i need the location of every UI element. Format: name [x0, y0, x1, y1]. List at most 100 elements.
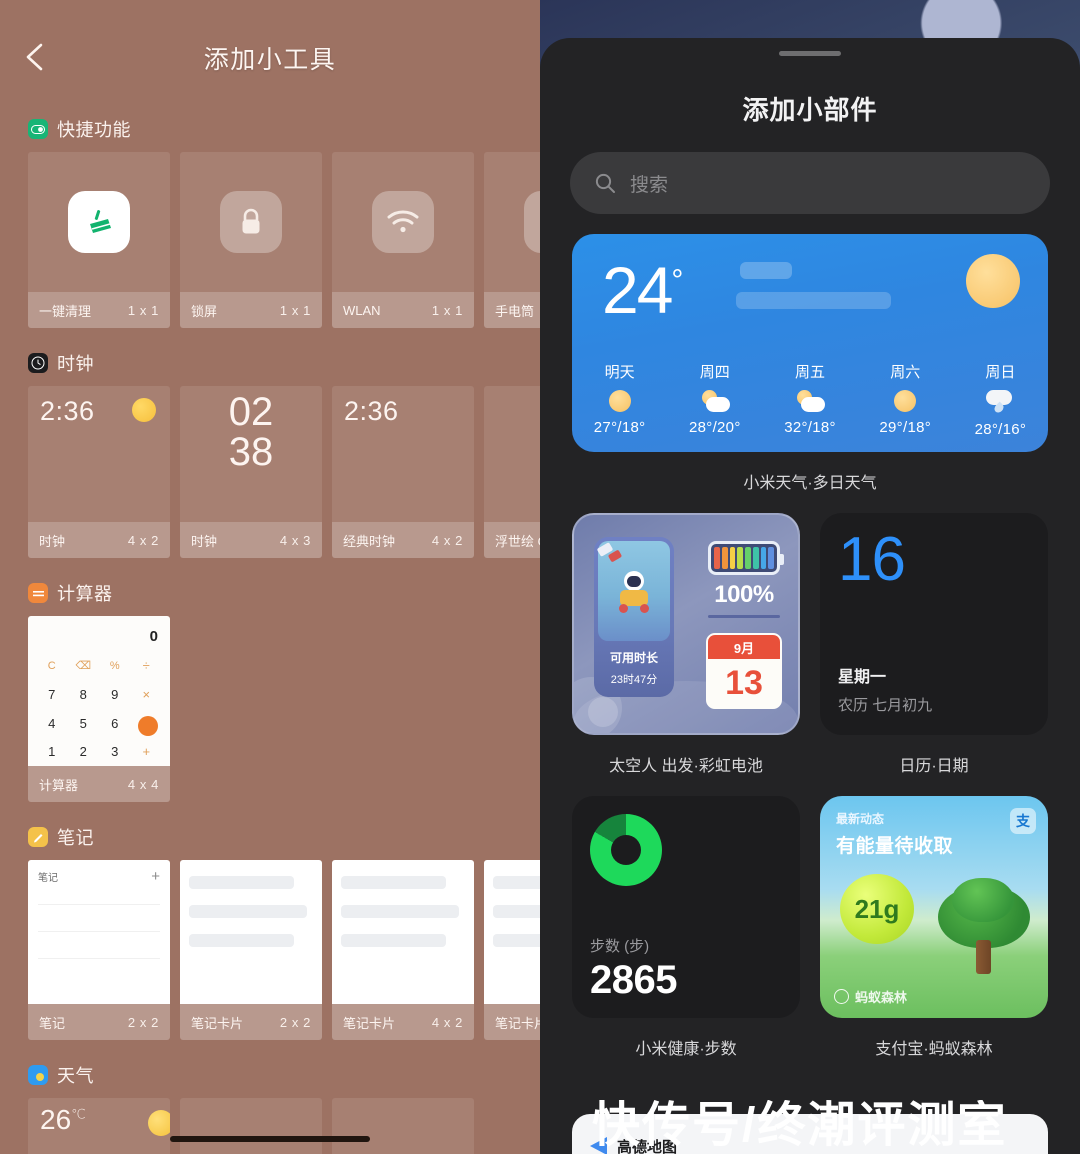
clock-icon: [28, 353, 48, 373]
widget-grid-row-2: 步数 (步) 2865 小米健康·步数 最新动态 有能量待收取 支 21g 蚂蚁…: [540, 796, 1080, 1079]
widget-preview-calendar[interactable]: 16 星期一 农历 七月初九: [820, 513, 1048, 735]
search-input[interactable]: 搜索: [570, 152, 1050, 214]
note-card-preview: [180, 860, 322, 1004]
sheet-drag-handle[interactable]: [779, 51, 841, 56]
widget-label: 笔记: [39, 1015, 66, 1031]
widget-card-ukiyoe[interactable]: 浮世绘 浮世绘 G: [484, 386, 540, 558]
widget-preview: [484, 152, 540, 292]
widget-card-classic-clock[interactable]: 2:36 经典时钟 4 x 2: [332, 386, 474, 558]
widget-preview: [332, 152, 474, 292]
calc-equals-button: [138, 716, 158, 736]
widget-card-note[interactable]: 笔记 + 笔记 2 x 2: [28, 860, 170, 1040]
calc-key: %: [109, 659, 120, 672]
page-title: 添加小工具: [203, 46, 337, 74]
widget-row[interactable]: 2:36 时钟 4 x 2 02 38 时钟 4 x 3 2:36 经典时钟 4…: [0, 386, 540, 558]
widget-size: 4 x 2: [431, 1014, 463, 1030]
note-card-preview: [332, 860, 474, 1004]
widget-preview: 2:36: [332, 386, 474, 522]
divider: [38, 904, 160, 905]
battery-percent: 100%: [714, 581, 774, 608]
placeholder-bar: [493, 934, 540, 947]
widget-preview: [332, 1098, 474, 1154]
widget-card-weather[interactable]: 26℃: [28, 1098, 170, 1154]
widget-cell: 16 星期一 农历 七月初九 日历·日期: [820, 513, 1048, 796]
widget-card-note-card-4[interactable]: 笔记卡片: [484, 860, 540, 1040]
forest-subtitle: 最新动态: [836, 812, 885, 826]
forest-headline: 有能量待收取: [836, 836, 954, 857]
broom-icon: [68, 191, 130, 253]
calc-key: C: [47, 659, 56, 672]
section-header: 快捷功能: [0, 116, 540, 142]
widget-card-note-card-4x2[interactable]: 笔记卡片 4 x 2: [332, 860, 474, 1040]
widget-list[interactable]: 24° 明天 27°/18° 周四 28°/20° 周五 32°/18° 周六 …: [540, 234, 1080, 1154]
calc-key: 2: [79, 744, 87, 760]
widget-card-clock-4x2[interactable]: 2:36 时钟 4 x 2: [28, 386, 170, 558]
divider: [38, 958, 160, 959]
widget-card-flashlight[interactable]: 手电筒 1 x 1: [484, 152, 540, 328]
widget-card-weather-3[interactable]: [332, 1098, 474, 1154]
widget-footer: 笔记卡片 2 x 2: [180, 1004, 322, 1040]
note-preview: 笔记 +: [28, 860, 170, 1004]
placeholder-bar: [189, 905, 307, 918]
calendar-month: 9月: [708, 635, 780, 659]
widget-cell: 步数 (步) 2865 小米健康·步数: [572, 796, 800, 1079]
forecast-day: 周六 29°/18°: [858, 361, 953, 438]
widget-preview: 0 C ⌫ % ÷ 7 8 9 × 4 5 6 1 2 3 +: [28, 616, 170, 766]
widget-size: 1 x 1: [431, 302, 463, 318]
widget-row[interactable]: 0 C ⌫ % ÷ 7 8 9 × 4 5 6 1 2 3 + 计算器 4 x …: [0, 616, 540, 802]
placeholder-bar: [493, 876, 540, 889]
widget-preview-space-battery[interactable]: 可用时长 23时47分 100% 9月 13: [572, 513, 800, 735]
section-title: 时钟: [57, 354, 94, 374]
placeholder-bar: [493, 905, 540, 918]
progress-ring-icon: [590, 814, 662, 886]
widget-row[interactable]: 一键清理 1 x 1 锁屏 1 x 1 WLAN 1 x 1 手电筒: [0, 152, 540, 328]
widget-size: 4 x 3: [279, 532, 311, 548]
widget-card-weather-2[interactable]: [180, 1098, 322, 1154]
section-title: 计算器: [57, 584, 113, 604]
widget-card-lock[interactable]: 锁屏 1 x 1: [180, 152, 322, 328]
divider: [708, 615, 780, 618]
forecast-temps: 28°/16°: [974, 421, 1027, 438]
forecast-day: 明天 27°/18°: [572, 361, 667, 438]
widget-row[interactable]: 26℃: [0, 1098, 540, 1154]
widget-footer: 笔记卡片: [484, 1004, 540, 1040]
widget-card-clock-4x3[interactable]: 02 38 时钟 4 x 3: [180, 386, 322, 558]
calc-key: 3: [111, 744, 119, 760]
section-notes: 笔记 笔记 + 笔记 2 x 2 笔记卡片 2 x 2 笔记卡片 4 x 2 笔…: [0, 824, 540, 1040]
widget-label: 时钟: [191, 533, 218, 549]
calc-key: 4: [48, 715, 56, 731]
widget-label: 笔记卡片: [191, 1015, 244, 1031]
watermark-text: 快传号/终潮评测室: [592, 1100, 1008, 1152]
widget-footer: WLAN 1 x 1: [332, 292, 474, 328]
widget-card-calculator[interactable]: 0 C ⌫ % ÷ 7 8 9 × 4 5 6 1 2 3 + 计算器 4 x …: [28, 616, 170, 802]
clock-preview-hour: 02: [228, 390, 274, 434]
widget-footer: 手电筒 1 x 1: [484, 292, 540, 328]
widget-card-wlan[interactable]: WLAN 1 x 1: [332, 152, 474, 328]
widget-preview-weather[interactable]: 24° 明天 27°/18° 周四 28°/20° 周五 32°/18° 周六 …: [572, 234, 1048, 452]
calc-key: 7: [48, 686, 56, 702]
weather-forecast-row: 明天 27°/18° 周四 28°/20° 周五 32°/18° 周六 29°/…: [572, 361, 1048, 438]
toggle-icon: [28, 119, 48, 139]
widget-label: WLAN: [343, 302, 381, 318]
widget-preview-ant-forest[interactable]: 最新动态 有能量待收取 支 21g 蚂蚁森林: [820, 796, 1048, 1018]
rain-icon: [986, 390, 1014, 415]
forecast-day: 周日 28°/16°: [953, 361, 1048, 438]
calc-key: ×: [142, 686, 151, 702]
section-header: 笔记: [0, 824, 540, 850]
forecast-temps: 29°/18°: [879, 419, 932, 436]
temp-value: 24: [602, 253, 673, 327]
mini-calendar-icon: 9月 13: [706, 633, 782, 709]
duration-value: 23时47分: [610, 674, 658, 686]
widget-preview: 02 38: [180, 386, 322, 522]
widget-card-clean[interactable]: 一键清理 1 x 1: [28, 152, 170, 328]
widget-picker-sheet: 添加小部件 搜索 24° 明天 27°/18° 周四 28°/20° 周五 32…: [540, 38, 1080, 1154]
widget-cell: 最新动态 有能量待收取 支 21g 蚂蚁森林 支付宝·蚂蚁森林: [820, 796, 1048, 1079]
widget-row[interactable]: 笔记 + 笔记 2 x 2 笔记卡片 2 x 2 笔记卡片 4 x 2 笔记卡: [0, 860, 540, 1040]
sun-icon: [148, 1110, 170, 1136]
widget-preview-steps[interactable]: 步数 (步) 2865: [572, 796, 800, 1018]
widget-footer: 一键清理 1 x 1: [28, 292, 170, 328]
widget-footer: 经典时钟 4 x 2: [332, 522, 474, 558]
widget-card-note-card-2x2[interactable]: 笔记卡片 2 x 2: [180, 860, 322, 1040]
divider: [38, 931, 160, 932]
widget-label: 笔记卡片: [343, 1015, 396, 1031]
